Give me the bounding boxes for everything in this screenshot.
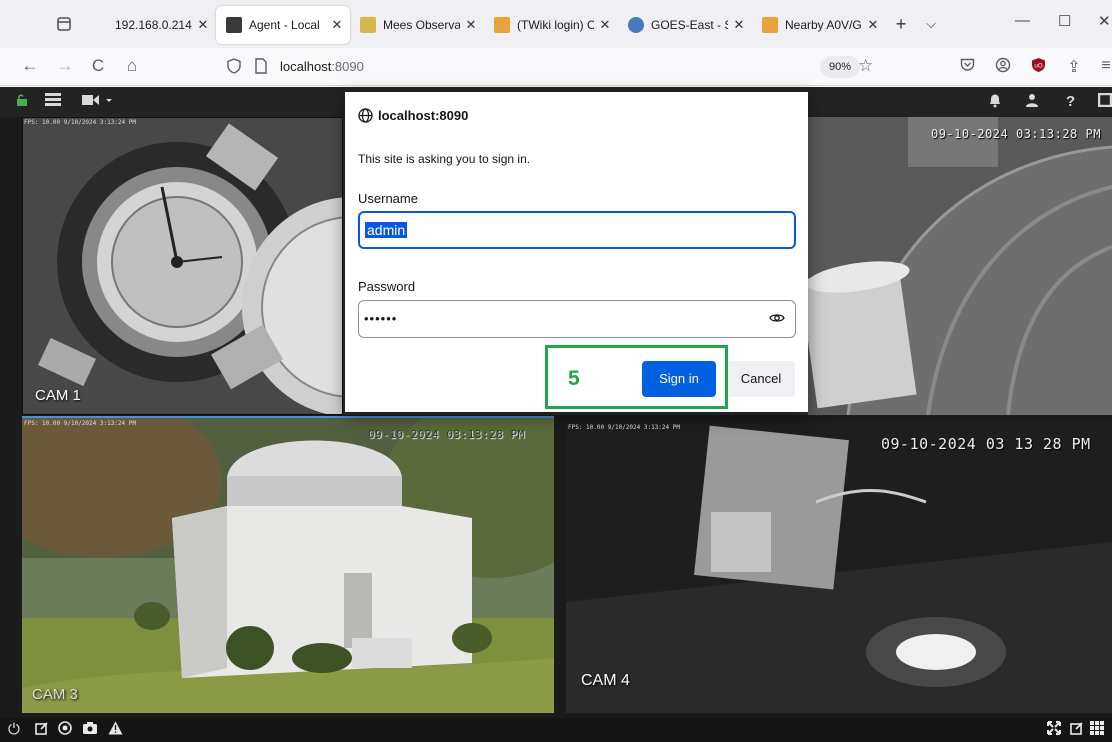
cam2-image [808,117,1112,415]
minimize-icon[interactable]: — [1015,12,1030,29]
tab-3[interactable]: (TWiki login) Ob ✕ [484,6,618,44]
ublock-shield-icon[interactable]: uO [1027,57,1049,78]
cam4-timestamp: 09-10-2024 03 13 28 PM [881,435,1091,453]
nav-bar: ← → C ⌂ localhost:8090 90% ☆ uO ⇪ ≡ [0,48,1112,86]
tab-0[interactable]: 192.168.0.214:8080/ ✕ [82,6,216,44]
user-icon[interactable] [1026,93,1038,111]
dialog-origin: localhost:8090 [378,108,469,123]
tab-title: (TWiki login) Ob [517,18,594,32]
cam3-label: CAM 3 [32,686,78,703]
twiki-favicon-icon [494,17,510,33]
close-tab-icon[interactable]: ✕ [598,17,612,33]
noaa-favicon-icon [628,17,644,33]
bookmark-star-icon[interactable]: ☆ [858,56,873,76]
mees-favicon-icon [360,17,376,33]
cam4-fps-overlay: FPS: 10.00 9/10/2024 3:13:24 PM [568,424,680,431]
username-value: admin [365,222,408,238]
grid-layout-icon[interactable] [1090,721,1104,739]
close-tab-icon[interactable]: ✕ [866,17,880,33]
tab-2[interactable]: Mees Observato ✕ [350,6,484,44]
warning-icon[interactable] [108,721,123,739]
zoom-level[interactable]: 90% [820,56,861,78]
camera-feed-4[interactable]: FPS: 10.00 9/10/2024 3:13:24 PM 09-10-20… [566,422,1112,713]
cam3-timestamp: 09-10-2024 03:13:28 PM [368,428,525,441]
edit-icon[interactable] [35,721,49,739]
cam1-label: CAM 1 [35,387,81,404]
camera-feed-1[interactable]: FPS: 10.00 9/10/2024 3:13:24 PM CAM 1 [22,117,343,415]
camera-dropdown-icon[interactable] [82,93,114,111]
account-icon[interactable] [992,57,1014,78]
username-field[interactable]: admin [358,211,796,249]
alert-bell-icon[interactable] [988,93,1002,112]
tab-5[interactable]: Nearby A0V/G2 ✕ [752,6,886,44]
camera-feed-2[interactable]: 09-10-2024 03:13:28 PM [808,117,1112,415]
shield-icon[interactable] [226,58,242,79]
tab-title: Mees Observato [383,18,460,32]
url-bar[interactable]: localhost:8090 90% ☆ [218,53,888,81]
password-label: Password [358,279,416,294]
tab-strip: 192.168.0.214:8080/ ✕ Agent - Local ✕ Me… [0,0,1112,48]
cam3-fps-overlay: FPS: 10.00 9/10/2024 3:13:24 PM [24,420,136,427]
twiki-favicon-icon [762,17,778,33]
username-label: Username [358,191,418,206]
dialog-title: localhost:8090 [358,108,468,123]
url-text: localhost:8090 [280,59,364,74]
list-tabs-chevron-icon[interactable]: ⌵ [916,16,946,32]
window-icon[interactable] [1097,92,1112,111]
new-tab-icon[interactable]: + [886,14,916,35]
tab-title: Nearby A0V/G2 [785,18,862,32]
snapshot-camera-icon[interactable] [82,721,98,739]
globe-icon [358,108,373,123]
svg-text:uO: uO [1034,63,1043,70]
more-options-icon[interactable]: ⋮ [1106,721,1112,739]
close-window-icon[interactable]: ✕ [1098,12,1111,30]
viewer-bottom-bar: ⏻ ⋮ [0,718,1112,742]
close-tab-icon[interactable]: ✕ [196,17,210,33]
password-field[interactable]: •••••• [358,300,796,338]
unlock-icon[interactable] [16,93,28,110]
tab-title: Agent - Local [249,18,320,32]
cam3-image [22,418,554,713]
cam4-image [566,422,1112,713]
cam2-timestamp: 09-10-2024 03:13:28 PM [931,127,1101,141]
layout-list-icon[interactable] [45,93,61,111]
reload-icon[interactable]: C [87,56,109,76]
show-password-eye-icon[interactable] [769,310,785,326]
forward-arrow-icon[interactable]: → [54,56,76,76]
maximize-icon[interactable]: ☐ [1058,12,1071,30]
dialog-message: This site is asking you to sign in. [358,152,531,166]
back-arrow-icon[interactable]: ← [19,56,41,76]
close-tab-icon[interactable]: ✕ [732,17,746,33]
close-tab-icon[interactable]: ✕ [330,17,344,33]
tab-title: 192.168.0.214:8080/ [115,18,192,32]
agent-favicon-icon [226,17,242,33]
help-icon[interactable]: ? [1066,93,1075,110]
annotation-step-number: 5 [568,367,580,390]
tab-title: GOES-East - Sec [651,18,728,32]
page-icon[interactable] [254,58,268,79]
cam1-fps-overlay: FPS: 10.00 9/10/2024 3:13:24 PM [24,119,136,126]
page-icon [92,17,108,33]
power-icon[interactable]: ⏻ [8,721,20,738]
cam1-image [22,117,343,415]
edit-layout-icon[interactable] [1070,721,1084,739]
menu-icon[interactable]: ≡ [1095,57,1112,75]
tab-list-icon[interactable] [46,9,82,39]
share-icon[interactable]: ⇪ [1063,57,1085,77]
fullscreen-icon[interactable] [1047,721,1061,739]
close-tab-icon[interactable]: ✕ [464,17,478,33]
tab-1[interactable]: Agent - Local ✕ [216,6,350,44]
cam4-label: CAM 4 [581,672,630,689]
camera-feed-3[interactable]: FPS: 10.00 9/10/2024 3:13:24 PM 09-10-20… [22,416,554,713]
pocket-icon[interactable] [956,57,978,77]
record-icon[interactable] [58,721,72,739]
cancel-button[interactable]: Cancel [727,361,795,397]
password-value: •••••• [364,311,398,326]
tab-4[interactable]: GOES-East - Sec ✕ [618,6,752,44]
home-icon[interactable]: ⌂ [121,56,143,76]
